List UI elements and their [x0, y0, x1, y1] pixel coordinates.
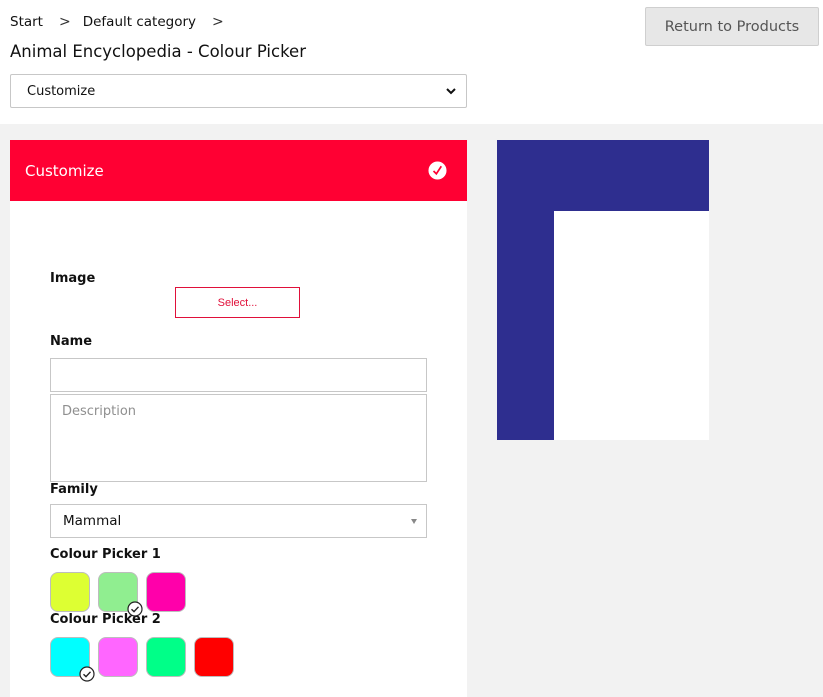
- selected-check-icon: [127, 601, 143, 617]
- colour-picker-1-swatch[interactable]: [146, 572, 186, 612]
- breadcrumb-start[interactable]: Start: [10, 14, 43, 30]
- name-label: Name: [50, 334, 93, 349]
- selected-check-icon: [79, 666, 95, 682]
- name-input[interactable]: [50, 358, 427, 392]
- image-select-button[interactable]: Select...: [175, 287, 300, 318]
- customize-select[interactable]: Customize: [10, 74, 467, 108]
- colour-picker-2-swatch[interactable]: [194, 637, 234, 677]
- page-title: Animal Encyclopedia - Colour Picker: [10, 42, 306, 61]
- colour-picker-1-swatch[interactable]: [98, 572, 143, 617]
- image-label: Image: [50, 271, 96, 286]
- checkmark-circle-icon: [428, 161, 447, 180]
- family-select-value: Mammal: [63, 513, 122, 529]
- colour-picker-2-swatch[interactable]: [146, 637, 186, 677]
- customize-panel: Customize Image Select... Name Descripti…: [10, 140, 467, 697]
- breadcrumb-default-category[interactable]: Default category: [83, 14, 196, 30]
- description-textarea[interactable]: Description: [50, 394, 427, 482]
- colour-picker-2-label: Colour Picker 2: [50, 612, 161, 627]
- breadcrumb-chevron-icon: >: [212, 14, 224, 30]
- colour-picker-1-swatch[interactable]: [50, 572, 90, 612]
- customize-panel-title: Customize: [25, 161, 104, 180]
- product-preview-inner: [554, 211, 709, 440]
- family-select[interactable]: Mammal: [50, 504, 427, 538]
- dropdown-arrow-icon: [411, 519, 417, 524]
- family-label: Family: [50, 482, 98, 497]
- breadcrumb: Start > Default category >: [10, 14, 236, 30]
- breadcrumb-chevron-icon: >: [58, 14, 71, 30]
- customize-panel-header[interactable]: Customize: [10, 140, 467, 201]
- chevron-down-icon: [446, 88, 456, 95]
- product-preview: [497, 140, 709, 440]
- customize-select-value: Customize: [27, 83, 96, 99]
- colour-picker-2-swatch[interactable]: [98, 637, 138, 677]
- colour-picker-2-swatch[interactable]: [50, 637, 95, 682]
- return-to-products-button[interactable]: Return to Products: [645, 7, 819, 46]
- colour-picker-1-label: Colour Picker 1: [50, 547, 161, 562]
